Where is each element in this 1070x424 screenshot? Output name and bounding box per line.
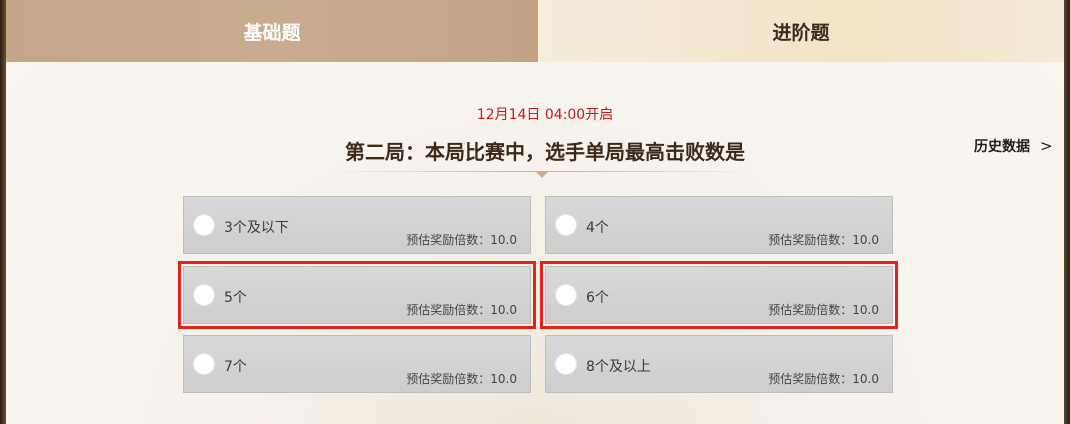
radio-icon[interactable]: [556, 354, 576, 374]
option-reward: 预估奖励倍数：10.0: [406, 231, 517, 248]
reward-label: 预估奖励倍数：: [768, 233, 853, 247]
history-data-link[interactable]: 历史数据 >: [974, 136, 1053, 156]
radio-icon[interactable]: [194, 285, 214, 305]
reward-value: 10.0: [852, 303, 879, 317]
option-label: 7个: [224, 359, 247, 375]
radio-icon[interactable]: [194, 215, 214, 235]
reward-label: 预估奖励倍数：: [768, 372, 853, 386]
reward-label: 预估奖励倍数：: [406, 372, 491, 386]
reward-label: 预估奖励倍数：: [406, 303, 491, 317]
history-data-label: 历史数据: [974, 139, 1030, 155]
radio-icon[interactable]: [556, 285, 576, 305]
option-reward: 预估奖励倍数：10.0: [768, 301, 879, 318]
option-6[interactable]: 6个 预估奖励倍数：10.0: [540, 261, 898, 329]
option-5[interactable]: 5个 预估奖励倍数：10.0: [178, 261, 536, 329]
option-reward: 预估奖励倍数：10.0: [768, 370, 879, 387]
option-label: 6个: [586, 290, 609, 306]
option-7[interactable]: 7个 预估奖励倍数：10.0: [183, 335, 531, 393]
reward-value: 10.0: [490, 372, 517, 386]
option-label: 8个及以上: [586, 359, 651, 375]
option-reward: 预估奖励倍数：10.0: [768, 231, 879, 248]
divider-arrow-icon: [535, 171, 549, 178]
reward-value: 10.0: [490, 233, 517, 247]
quiz-panel: 基础题 进阶题 12月14日 04:00开启 第二局：本局比赛中，选手单局最高击…: [6, 0, 1064, 424]
option-label: 4个: [586, 220, 609, 236]
option-3-or-less[interactable]: 3个及以下 预估奖励倍数：10.0: [183, 196, 531, 254]
reward-value: 10.0: [852, 372, 879, 386]
option-label: 3个及以下: [224, 220, 289, 236]
reward-value: 10.0: [852, 233, 879, 247]
radio-icon[interactable]: [556, 215, 576, 235]
reward-label: 预估奖励倍数：: [768, 303, 853, 317]
radio-icon[interactable]: [194, 354, 214, 374]
tab-advanced[interactable]: 进阶题: [538, 0, 1064, 62]
option-reward: 预估奖励倍数：10.0: [406, 370, 517, 387]
reward-value: 10.0: [490, 303, 517, 317]
option-4[interactable]: 4个 预估奖励倍数：10.0: [545, 196, 893, 254]
tab-basic[interactable]: 基础题: [6, 0, 538, 62]
option-reward: 预估奖励倍数：10.0: [406, 301, 517, 318]
option-8-or-more[interactable]: 8个及以上 预估奖励倍数：10.0: [545, 335, 893, 393]
question-title: 第二局：本局比赛中，选手单局最高击败数是: [345, 140, 745, 164]
tab-bar: 基础题 进阶题: [6, 0, 1064, 62]
open-time: 12月14日 04:00开启: [476, 107, 614, 123]
chevron-right-icon: >: [1040, 137, 1053, 155]
option-label: 5个: [224, 290, 247, 306]
reward-label: 预估奖励倍数：: [406, 233, 491, 247]
